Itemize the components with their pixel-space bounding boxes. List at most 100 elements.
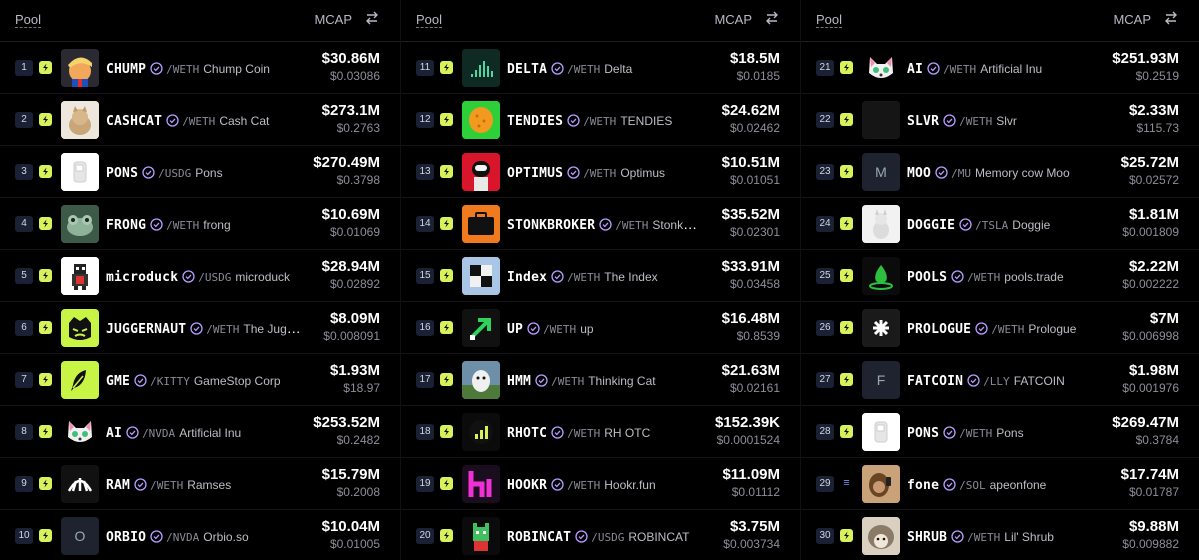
pool-row[interactable]: 18 RHOTC/WETH RH OTC $152.39K $0.0001524 (401, 406, 800, 458)
token-avatar (61, 205, 99, 243)
token-price: $0.3784 (1135, 433, 1179, 447)
token-name[interactable]: RAM/WETH Ramses (106, 475, 301, 493)
market-cap-value: $270.49M (313, 154, 380, 171)
pool-row[interactable]: 1 CHUMP/WETH Chump Coin $30.86M $0.03086 (0, 42, 400, 94)
pool-header-label[interactable]: Pool (15, 12, 42, 28)
lightning-icon (440, 425, 453, 438)
token-full-name: Stonkbroker (652, 218, 702, 232)
token-name[interactable]: AI/WETH Artificial Inu (907, 59, 1102, 77)
token-name[interactable]: SLVR/WETH Slvr (907, 111, 1102, 129)
pool-row[interactable]: 12 TENDIES/WETH TENDIES $24.62M $0.02462 (401, 94, 800, 146)
mcap-header-label[interactable]: MCAP (714, 12, 752, 27)
rank-badge: 8 (15, 424, 33, 440)
token-name[interactable]: PONS/USDG Pons (106, 163, 301, 181)
pool-row[interactable]: 7 GME/KITTY GameStop Corp $1.93M $18.97 (0, 354, 400, 406)
token-name[interactable]: FRONG/WETH frong (106, 215, 301, 233)
pool-row[interactable]: 3 PONS/USDG Pons $270.49M $0.3798 (0, 146, 400, 198)
pool-row[interactable]: 15 Index/WETH The Index $33.91M $0.03458 (401, 250, 800, 302)
pool-row[interactable]: 16 UP/WETH up $16.48M $0.8539 (401, 302, 800, 354)
mcap-header-label[interactable]: MCAP (1113, 12, 1151, 27)
token-name[interactable]: DELTA/WETH Delta (507, 59, 702, 77)
token-price: $0.3798 (336, 173, 380, 187)
token-name[interactable]: SHRUB/WETH Lil' Shrub (907, 527, 1102, 545)
verified-icon (551, 270, 564, 283)
rank-badge: 23 (816, 164, 834, 180)
token-price: $0.001976 (1122, 381, 1179, 395)
token-name[interactable]: JUGGERNAUT/WETHThe Juggernaut (106, 319, 301, 337)
pair-quote: /WETH (567, 479, 601, 492)
pool-row[interactable]: 9 RAM/WETH Ramses $15.79M $0.2008 (0, 458, 400, 510)
pool-header-label[interactable]: Pool (816, 12, 843, 28)
pair-quote: /WETH (166, 63, 200, 76)
rank-badge: 24 (816, 216, 834, 232)
pool-row[interactable]: 29 ≡ fone/SOL apeonfone $17.74M $0.01787 (801, 458, 1199, 510)
pool-row[interactable]: 10 O ORBIO/NVDA Orbio.so $10.04M $0.01005 (0, 510, 400, 560)
pool-row[interactable]: 6 JUGGERNAUT/WETHThe Juggernaut $8.09M $0.0… (0, 302, 400, 354)
rank-badge: 7 (15, 372, 33, 388)
pool-row[interactable]: 5 microduck/USDG microduck $28.94M $0.02892 (0, 250, 400, 302)
pool-row[interactable]: 26 PROLOGUE/WETH Prologue $7M $0.006998 (801, 302, 1199, 354)
swap-arrows-icon[interactable] (364, 10, 380, 26)
pool-row[interactable]: 23 M MOO/MU Memory cow Moo $25.72M $0.02572 (801, 146, 1199, 198)
token-name[interactable]: DOGGIE/TSLA Doggie (907, 215, 1102, 233)
lightning-icon (39, 61, 52, 74)
token-price: $0.0185 (736, 69, 780, 83)
token-full-name: Optimus (620, 166, 665, 180)
token-avatar (462, 413, 500, 451)
token-price: $0.008091 (323, 329, 380, 343)
token-name[interactable]: ORBIO/NVDA Orbio.so (106, 527, 301, 545)
token-price: $18.97 (343, 381, 380, 395)
pool-row[interactable]: 13 OPTIMUS/WETH Optimus $10.51M $0.01051 (401, 146, 800, 198)
token-name[interactable]: UP/WETH up (507, 319, 702, 337)
token-name[interactable]: GME/KITTY GameStop Corp (106, 371, 301, 389)
token-name[interactable]: POOLS/WETH pools.trade (907, 267, 1102, 285)
swap-arrows-icon[interactable] (764, 10, 780, 26)
market-cap-value: $33.91M (721, 258, 780, 275)
pool-row[interactable]: 19 HOOKR/WETH Hookr.fun $11.09M $0.01112 (401, 458, 800, 510)
token-name[interactable]: AI/NVDA Artificial Inu (106, 423, 301, 441)
token-name[interactable]: PROLOGUE/WETH Prologue (907, 319, 1102, 337)
pool-row[interactable]: 25 POOLS/WETH pools.trade $2.22M $0.002222 (801, 250, 1199, 302)
verified-icon (951, 270, 964, 283)
token-name[interactable]: RHOTC/WETH RH OTC (507, 423, 702, 441)
token-name[interactable]: ROBINCAT/USDG ROBINCAT (507, 527, 702, 545)
pool-row[interactable]: 27 F FATCOIN/LLY FATCOIN $1.98M $0.001976 (801, 354, 1199, 406)
token-symbol: RHOTC (507, 426, 548, 441)
pool-row[interactable]: 14 STONKBROKER/WETHStonkbroker $35.52M $0.0… (401, 198, 800, 250)
token-name[interactable]: STONKBROKER/WETHStonkbroker (507, 215, 702, 233)
token-name[interactable]: Index/WETH The Index (507, 267, 702, 285)
pool-row[interactable]: 11 DELTA/WETH Delta $18.5M $0.0185 (401, 42, 800, 94)
pool-row[interactable]: 28 PONS/WETH Pons $269.47M $0.3784 (801, 406, 1199, 458)
token-name[interactable]: fone/SOL apeonfone (907, 475, 1102, 493)
pool-row[interactable]: 4 FRONG/WETH frong $10.69M $0.01069 (0, 198, 400, 250)
pair-quote: /USDG (158, 167, 192, 180)
pool-row[interactable]: 30 SHRUB/WETH Lil' Shrub $9.88M $0.009882 (801, 510, 1199, 560)
token-price: $0.01005 (329, 537, 380, 551)
token-name[interactable]: PONS/WETH Pons (907, 423, 1102, 441)
token-symbol: HOOKR (507, 478, 548, 493)
mcap-header-label[interactable]: MCAP (314, 12, 352, 27)
verified-icon (535, 374, 548, 387)
pool-row[interactable]: 21 AI/WETH Artificial Inu $251.93M $0.2519 (801, 42, 1199, 94)
token-name[interactable]: MOO/MU Memory cow Moo (907, 163, 1102, 181)
token-name[interactable]: CHUMP/WETH Chump Coin (106, 59, 301, 77)
value-block: $2.33M $115.73 (1129, 102, 1179, 136)
token-name[interactable]: microduck/USDG microduck (106, 267, 301, 285)
pool-header-label[interactable]: Pool (416, 12, 443, 28)
token-avatar (862, 257, 900, 295)
token-name[interactable]: TENDIES/WETH TENDIES (507, 111, 702, 129)
token-name[interactable]: OPTIMUS/WETH Optimus (507, 163, 702, 181)
swap-arrows-icon[interactable] (1163, 10, 1179, 26)
token-name[interactable]: FATCOIN/LLY FATCOIN (907, 371, 1102, 389)
token-avatar (862, 465, 900, 503)
token-name[interactable]: HMM/WETH Thinking Cat (507, 371, 702, 389)
token-name[interactable]: HOOKR/WETH Hookr.fun (507, 475, 702, 493)
pool-row[interactable]: 24 DOGGIE/TSLA Doggie $1.81M $0.001809 (801, 198, 1199, 250)
pool-row[interactable]: 2 CASHCAT/WETH Cash Cat $273.1M $0.2763 (0, 94, 400, 146)
pool-row[interactable]: 8 AI/NVDA Artificial Inu $253.52M $0.2482 (0, 406, 400, 458)
token-name[interactable]: CASHCAT/WETH Cash Cat (106, 111, 301, 129)
pool-row[interactable]: 20 ROBINCAT/USDG ROBINCAT $3.75M $0.003734 (401, 510, 800, 560)
pool-row[interactable]: 17 HMM/WETH Thinking Cat $21.63M $0.02161 (401, 354, 800, 406)
pool-row[interactable]: 22 SLVR/WETH Slvr $2.33M $115.73 (801, 94, 1199, 146)
verified-icon (166, 114, 179, 127)
